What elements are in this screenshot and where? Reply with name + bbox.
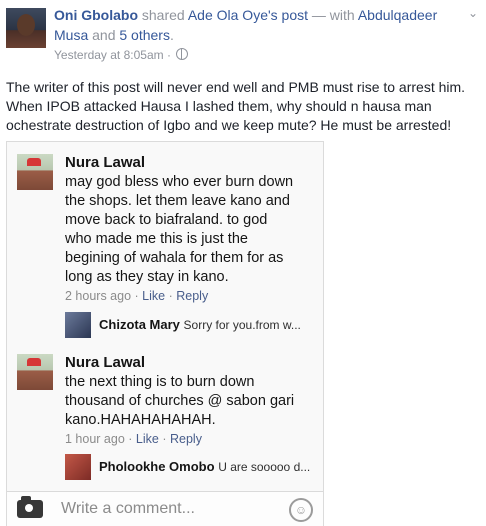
comment-line: who made me this is just the bbox=[65, 231, 248, 247]
globe-icon[interactable] bbox=[176, 48, 189, 60]
tagged-user-link-cont[interactable]: Musa bbox=[54, 27, 88, 43]
and-text: and bbox=[92, 27, 116, 43]
smiley-icon: ☺ bbox=[289, 498, 313, 522]
comment-time: 1 hour ago bbox=[65, 432, 125, 446]
comment-meta: 1 hour ago · Like · Reply bbox=[65, 432, 202, 446]
post-text: The writer of this post will never end w… bbox=[6, 79, 466, 133]
commenter-name: Nura Lawal bbox=[65, 354, 146, 371]
comment-line: thousand of churches @ sabon gari bbox=[65, 393, 295, 409]
reply-author: Pholookhe Omobo bbox=[99, 459, 215, 474]
post-timestamp[interactable]: Yesterday at 8:05am bbox=[54, 48, 164, 62]
comment-time: 2 hours ago bbox=[65, 289, 132, 303]
comment-dot: · bbox=[168, 289, 173, 303]
embedded-screenshot: Nura Lawal may god bless who ever burn d… bbox=[6, 141, 324, 526]
comment-body: the next thing is to burn down thousand … bbox=[65, 373, 294, 430]
comment-line: the shops. let them leave kano and bbox=[65, 193, 290, 209]
meta-separator: · bbox=[166, 48, 171, 62]
like-link: Like bbox=[135, 432, 159, 446]
comment-dot: · bbox=[134, 289, 139, 303]
reply-preview: Chizota Mary Sorry for you.from w... bbox=[65, 312, 323, 342]
comment-dot: · bbox=[128, 432, 133, 446]
reply-name-row: Pholookhe Omobo U are sooooo d... bbox=[99, 459, 310, 474]
comment-meta: 2 hours ago · Like · Reply bbox=[65, 289, 208, 303]
chevron-down-icon[interactable]: ⌄ bbox=[468, 7, 478, 19]
reply-text: Sorry for you.from w... bbox=[183, 318, 301, 332]
reply-text: U are sooooo d... bbox=[218, 460, 311, 474]
reply-link: Reply bbox=[170, 432, 202, 446]
commenter-avatar bbox=[17, 354, 53, 390]
commenter-name: Nura Lawal bbox=[65, 154, 146, 171]
post-header: Oni Gbolabo shared Ade Ola Oye's post — … bbox=[0, 0, 486, 70]
comment-dot: · bbox=[162, 432, 167, 446]
author-avatar[interactable] bbox=[6, 8, 46, 48]
write-comment-bar: Write a comment... ☺ bbox=[7, 491, 323, 526]
with-text: — with bbox=[311, 7, 355, 23]
like-link: Like bbox=[142, 289, 166, 303]
post-meta: Yesterday at 8:05am · bbox=[54, 48, 189, 62]
reply-avatar bbox=[65, 454, 91, 480]
camera-icon bbox=[17, 496, 43, 518]
post-header-line: Oni Gbolabo shared Ade Ola Oye's post — … bbox=[54, 6, 437, 24]
others-link[interactable]: 5 others bbox=[119, 27, 170, 43]
comment-line: begining of wahala for them for as bbox=[65, 250, 284, 266]
comment-line: move back to biafraland. to god bbox=[65, 212, 268, 228]
author-name-link[interactable]: Oni Gbolabo bbox=[54, 7, 138, 23]
comment-line: may god bless who ever burn down bbox=[65, 174, 294, 190]
reply-avatar bbox=[65, 312, 91, 338]
action-text: shared bbox=[141, 7, 185, 23]
tagged-user-link[interactable]: Abdulqadeer bbox=[358, 7, 437, 23]
post-header-line-2: Musa and 5 others. bbox=[54, 26, 174, 44]
reply-author: Chizota Mary bbox=[99, 317, 180, 332]
comment-body: may god bless who ever burn down the sho… bbox=[65, 173, 293, 287]
reply-name-row: Chizota Mary Sorry for you.from w... bbox=[99, 317, 301, 332]
reply-preview: Pholookhe Omobo U are sooooo d... bbox=[65, 454, 323, 484]
comment-line: kano.HAHAHAHAHAH. bbox=[65, 412, 216, 428]
shared-post-link[interactable]: Ade Ola Oye's post bbox=[188, 7, 308, 23]
commenter-avatar bbox=[17, 154, 53, 190]
write-comment-input: Write a comment... bbox=[61, 500, 195, 517]
reply-link: Reply bbox=[176, 289, 209, 303]
period: . bbox=[169, 27, 174, 43]
comment-line: the next thing is to burn down bbox=[65, 374, 255, 390]
comment-line: long as they stay in kano. bbox=[65, 269, 229, 285]
